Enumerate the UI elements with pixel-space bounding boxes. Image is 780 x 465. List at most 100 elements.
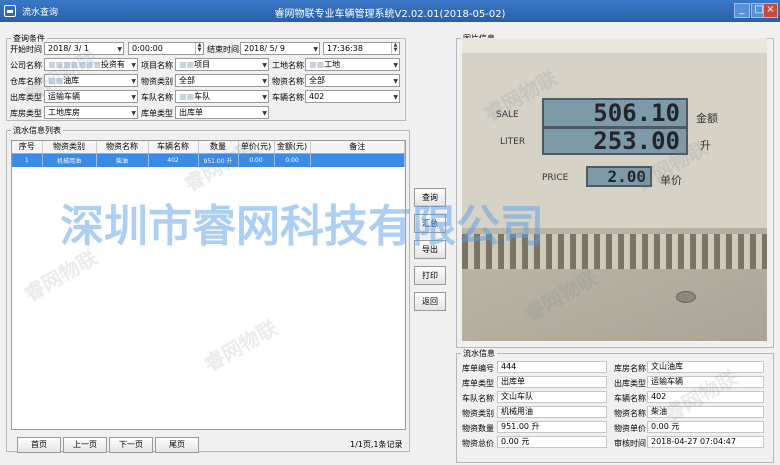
price-label: PRICE (542, 173, 569, 183)
doc-type-value: 出库单 (497, 376, 607, 388)
cell-material-name: 柴油 (96, 153, 149, 167)
spinner-icon[interactable]: ▲ ▼ (391, 43, 399, 54)
chevron-down-icon: ▼ (131, 110, 136, 117)
quantity-info-label: 物资数量 (462, 424, 494, 433)
end-time-input[interactable]: 17:36:38 ▲ ▼ (323, 42, 400, 55)
vehicle-label: 车辆名称 (272, 93, 304, 102)
cell-unit-price: 0.00 (238, 153, 275, 167)
liter-display: 253.00 (542, 127, 688, 155)
chevron-down-icon: ▼ (131, 94, 136, 101)
records-table[interactable]: 序号 物资类别 物资名称 车辆名称 数量 单价(元) 金额(元) 备注 1 机械… (11, 140, 406, 430)
next-page-button[interactable]: 下一页 (109, 437, 153, 453)
spinner-icon[interactable]: ▲ ▼ (195, 43, 203, 54)
project-select[interactable]: ■■项目 ▼ (175, 58, 269, 71)
chevron-down-icon: ▼ (393, 94, 398, 101)
pump-grille (462, 234, 767, 269)
company-select[interactable]: ■■■■■■■投资有 ▼ (44, 58, 138, 71)
fleet-select[interactable]: ■■车队 ▼ (175, 90, 269, 103)
material-name-select[interactable]: 全部 ▼ (305, 74, 400, 87)
end-time-label: 结束时间 (207, 45, 239, 54)
out-type-info-label: 出库类型 (614, 379, 646, 388)
site-select[interactable]: ■■工地 ▼ (305, 58, 400, 71)
warehouse-select[interactable]: ■■油库 ▼ (44, 74, 138, 87)
price-display: 2.00 (586, 166, 652, 187)
amount-cn-label: 金额 (696, 112, 718, 125)
out-type-select[interactable]: 运输车辆 ▼ (44, 90, 138, 103)
vehicle-value: 402 (647, 391, 764, 403)
col-header[interactable]: 数量 (198, 141, 239, 154)
table-row[interactable]: 1 机械用油 柴油 402 951.00 升 0.00 0.00 (12, 153, 405, 167)
col-header[interactable]: 序号 (12, 141, 43, 154)
audit-time-value: 2018-04-27 07:04:47 (647, 436, 764, 448)
start-time-input[interactable]: 0:00:00 ▲ ▼ (128, 42, 204, 55)
doc-type-select[interactable]: 出库单 ▼ (175, 106, 269, 119)
pager-status: 1/1页,1条记录 (350, 440, 403, 449)
material-type-label: 物资类别 (141, 77, 173, 86)
unit-price-info-label: 物资单价 (614, 424, 646, 433)
sale-label: SALE (496, 110, 519, 120)
chevron-down-icon: ▼ (117, 46, 122, 53)
out-type-value: 运输车辆 (647, 376, 764, 388)
info-group-title: 流水信息 (461, 348, 497, 359)
first-page-button[interactable]: 首页 (17, 437, 61, 453)
store-name-label: 库房名称 (614, 364, 646, 373)
vehicle-info-label: 车辆名称 (614, 394, 646, 403)
col-header[interactable]: 金额(元) (274, 141, 311, 154)
out-type-label: 出库类型 (10, 93, 42, 102)
chevron-down-icon: ▼ (262, 78, 267, 85)
material-category-value: 机械用油 (497, 406, 607, 418)
material-name-label: 物资名称 (272, 77, 304, 86)
cell-material-category: 机械用油 (42, 153, 97, 167)
last-page-button[interactable]: 尾页 (155, 437, 199, 453)
material-category-info-label: 物资类别 (462, 409, 494, 418)
summary-button[interactable]: 汇总 (414, 214, 446, 233)
audit-time-label: 审核时间 (614, 439, 646, 448)
warehouse-label: 仓库名称 (10, 77, 42, 86)
total-info-label: 物资总价 (462, 439, 494, 448)
company-label: 公司名称 (10, 61, 42, 70)
start-time-label: 开始时间 (10, 45, 42, 54)
col-header[interactable]: 单价(元) (238, 141, 275, 154)
material-name-info-label: 物资名称 (614, 409, 646, 418)
start-date-picker[interactable]: 2018/ 3/ 1 ▼ (44, 42, 124, 55)
unit-price-value: 0.00 元 (647, 421, 764, 433)
photo-top-strip (462, 38, 767, 53)
cell-index: 1 (12, 153, 43, 167)
prev-page-button[interactable]: 上一页 (63, 437, 107, 453)
col-header[interactable]: 物资类别 (42, 141, 97, 154)
chevron-down-icon: ▼ (131, 62, 136, 69)
col-header[interactable]: 车辆名称 (148, 141, 199, 154)
end-date-picker[interactable]: 2018/ 5/ 9 ▼ (240, 42, 320, 55)
list-group-title: 流水信息列表 (11, 125, 63, 136)
doc-type-label: 库单类型 (141, 109, 173, 118)
store-type-select[interactable]: 工地库房 ▼ (44, 106, 138, 119)
close-button[interactable]: × (763, 3, 778, 18)
chevron-down-icon: ▼ (131, 78, 136, 85)
minimize-button[interactable]: _ (734, 3, 750, 18)
chevron-down-icon: ▼ (393, 62, 398, 69)
price-cn-label: 单价 (660, 174, 682, 187)
query-button[interactable]: 查询 (414, 188, 446, 207)
back-button[interactable]: 返回 (414, 292, 446, 311)
chevron-down-icon: ▼ (393, 78, 398, 85)
pump-knob (676, 291, 696, 303)
export-button[interactable]: 导出 (414, 240, 446, 259)
material-type-select[interactable]: 全部 ▼ (175, 74, 269, 87)
liter-cn-label: 升 (700, 139, 711, 152)
store-type-label: 库房类型 (10, 109, 42, 118)
sale-display: 506.10 (542, 98, 688, 128)
cell-amount: 0.00 (274, 153, 311, 167)
col-header[interactable]: 备注 (310, 141, 405, 154)
window-title: 睿网物联专业车辆管理系统V2.02.01(2018-05-02) (274, 9, 506, 20)
print-button[interactable]: 打印 (414, 266, 446, 285)
fleet-label: 车队名称 (141, 93, 173, 102)
fleet-info-label: 车队名称 (462, 394, 494, 403)
col-header[interactable]: 物资名称 (96, 141, 149, 154)
material-name-value: 柴油 (647, 406, 764, 418)
vehicle-select[interactable]: 402 ▼ (305, 90, 400, 103)
liter-label: LITER (500, 137, 526, 147)
quantity-value: 951.00 升 (497, 421, 607, 433)
site-label: 工地名称 (272, 61, 304, 70)
fleet-value: 文山车队 (497, 391, 607, 403)
cell-remark (310, 153, 405, 167)
